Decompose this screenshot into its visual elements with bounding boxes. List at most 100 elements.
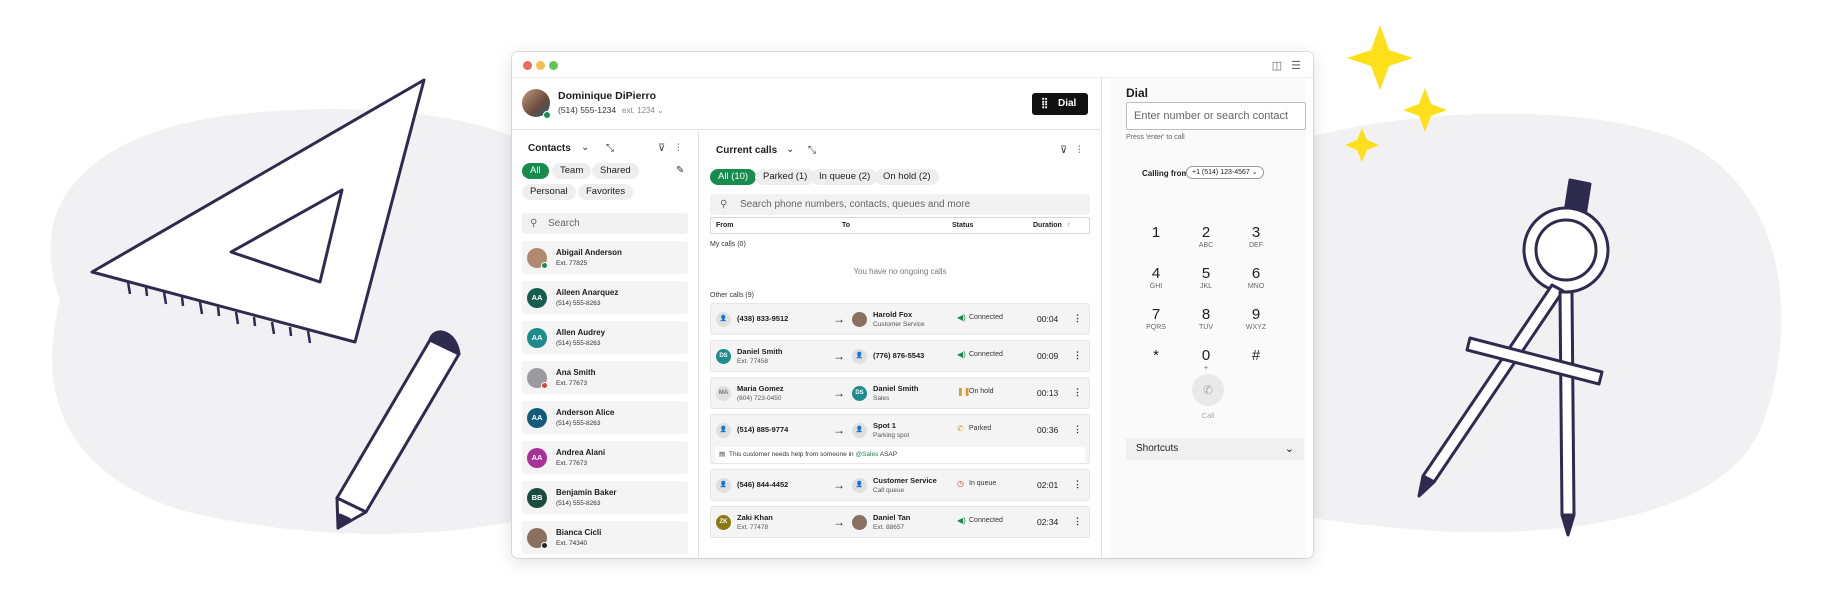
contact-name: Bianca Cicli: [556, 528, 602, 537]
keypad-key[interactable]: 6 MNO: [1233, 265, 1279, 292]
keypad-key[interactable]: #: [1233, 347, 1279, 364]
contact-item[interactable]: Ana Smith Ext. 77673: [522, 361, 688, 394]
edit-icon[interactable]: ✎: [676, 165, 684, 177]
contacts-filter-shared[interactable]: Shared: [592, 163, 639, 179]
contact-name: Abigail Anderson: [556, 248, 622, 257]
call-row[interactable]: 👤 (546) 844-4452 → 👤 Customer Service Call qu…: [710, 469, 1090, 501]
keypad-digit: 2: [1201, 224, 1211, 241]
keypad-key[interactable]: 7 PQRS: [1133, 306, 1179, 333]
keypad-digit: 9: [1251, 306, 1261, 323]
contact-item[interactable]: AA Anderson Alice (514) 555-8263: [522, 401, 688, 434]
minimize-window-button[interactable]: [536, 61, 545, 70]
contact-item[interactable]: Bianca Cicli Ext. 74340: [522, 521, 688, 554]
callee-name: Customer Service: [873, 476, 937, 485]
call-row[interactable]: DS Daniel Smith Ext. 77458 → 👤 (776) 876-5543…: [710, 340, 1090, 372]
call-row[interactable]: ZK Zaki Khan Ext. 77478 → Daniel Tan Ext. 886…: [710, 506, 1090, 538]
call-status: On hold: [969, 388, 994, 395]
maximize-window-button[interactable]: [549, 61, 558, 70]
close-window-button[interactable]: [523, 61, 532, 70]
sort-icon[interactable]: ↑: [1067, 222, 1071, 229]
calls-search-input[interactable]: ⚲ Search phone numbers, contacts, queues…: [710, 194, 1090, 215]
keypad-key[interactable]: 8 TUV: [1183, 306, 1229, 333]
contact-item[interactable]: Abigail Anderson Ext. 77825: [522, 241, 688, 274]
chevron-down-icon[interactable]: ⌄: [581, 142, 589, 154]
keypad-key[interactable]: 9 WXYZ: [1233, 306, 1279, 333]
keypad-key[interactable]: 0 +: [1183, 347, 1229, 374]
arrow-right-icon: →: [833, 515, 845, 529]
keypad-key[interactable]: 4 GHI: [1133, 265, 1179, 292]
app-window: ◫ ☰ Dominique DiPierro (514) 555-1234 ex…: [512, 52, 1313, 558]
search-icon: ⚲: [720, 199, 728, 210]
contact-detail: Ext. 77825: [556, 260, 588, 267]
contact-item[interactable]: AA Allen Audrey (514) 555-8263: [522, 321, 688, 354]
sidebar-icon[interactable]: ◫: [1270, 59, 1284, 73]
keypad-key[interactable]: 5 JKL: [1183, 265, 1229, 292]
expand-icon[interactable]: ⤡: [606, 143, 614, 155]
more-options-icon[interactable]: ⋮: [1073, 350, 1082, 361]
calls-filter-on-hold[interactable]: On hold (2): [875, 169, 939, 185]
expand-icon[interactable]: ⤡: [808, 145, 816, 157]
call-duration: 00:13: [1037, 388, 1059, 398]
column-from[interactable]: From: [716, 222, 734, 229]
chevron-down-icon[interactable]: ⌄: [786, 144, 794, 156]
callee-detail: Parking spot: [873, 432, 910, 439]
contact-item[interactable]: AA Andrea Alani Ext. 77673: [522, 441, 688, 474]
filter-icon[interactable]: ⊽: [1060, 145, 1067, 157]
more-options-icon[interactable]: ⋮: [1073, 479, 1082, 490]
calls-filter-parked[interactable]: Parked (1): [755, 169, 816, 185]
contacts-filter-all[interactable]: All: [522, 163, 549, 179]
dial-input[interactable]: Enter number or search contact: [1126, 102, 1306, 130]
calling-from-label: Calling from: [1142, 169, 1189, 178]
contacts-filter-personal[interactable]: Personal: [522, 184, 576, 200]
contact-item[interactable]: AA Aileen Anarquez (514) 555-8263: [522, 281, 688, 314]
contacts-filter-favorites[interactable]: Favorites: [578, 184, 634, 200]
dial-button[interactable]: ⣿ Dial: [1032, 93, 1088, 115]
calls-filter-all[interactable]: All (10): [710, 169, 757, 185]
caller-avatar: 👤: [716, 312, 731, 327]
calls-title[interactable]: Current calls: [716, 145, 777, 156]
calling-from-select[interactable]: +1 (514) 123-4567 ⌄: [1186, 166, 1264, 179]
shortcuts-accordion[interactable]: Shortcuts ⌄: [1126, 438, 1304, 460]
calls-table-header: From To Status Duration ↑: [710, 217, 1090, 234]
column-to[interactable]: To: [842, 222, 850, 229]
sliders-icon[interactable]: ⫶: [1078, 145, 1081, 157]
more-options-icon[interactable]: ⋮: [1073, 313, 1082, 324]
contact-item[interactable]: BB Benjamin Baker (514) 555-8263: [522, 481, 688, 514]
call-button[interactable]: ✆: [1192, 374, 1224, 406]
more-options-icon[interactable]: ⋮: [1073, 387, 1082, 398]
keypad-key[interactable]: 1: [1133, 224, 1179, 241]
chevron-down-icon: ⌄: [1251, 169, 1258, 176]
call-row[interactable]: 👤 (514) 885-9774 → 👤 Spot 1 Parking spot ✆ Park…: [710, 414, 1090, 464]
caller-name: Zaki Khan: [737, 513, 773, 522]
keypad-key[interactable]: 2 ABC: [1183, 224, 1229, 251]
keypad-key[interactable]: 3 DEF: [1233, 224, 1279, 251]
call-duration: 00:36: [1037, 425, 1059, 435]
keypad-digit: 6: [1251, 265, 1261, 282]
call-row[interactable]: MA Maria Gomez (604) 723-0450 → DS Daniel Smi…: [710, 377, 1090, 409]
filter-icon[interactable]: ⊽: [658, 143, 665, 155]
column-status[interactable]: Status: [952, 222, 973, 229]
column-duration[interactable]: Duration: [1033, 222, 1062, 229]
keypad-key[interactable]: *: [1133, 347, 1179, 364]
callee-detail: Ext. 88657: [873, 524, 905, 531]
contacts-title[interactable]: Contacts: [528, 143, 571, 154]
status-icon: ◷: [957, 479, 964, 488]
settings-icon[interactable]: ☰: [1289, 59, 1303, 73]
call-row[interactable]: 👤 (438) 833-9512 → Harold Fox Customer Servi…: [710, 303, 1090, 335]
other-calls-label: Other calls (9): [710, 292, 754, 299]
arrow-right-icon: →: [833, 423, 845, 437]
contacts-search-input[interactable]: ⚲ Search: [522, 213, 688, 234]
contact-detail: (514) 555-8263: [556, 420, 601, 427]
avatar: AA: [527, 288, 547, 308]
calls-search-placeholder: Search phone numbers, contacts, queues a…: [740, 199, 971, 210]
contact-detail: Ext. 74340: [556, 540, 588, 547]
contacts-filter-team[interactable]: Team: [552, 163, 592, 179]
calls-filter-in-queue[interactable]: In queue (2): [811, 169, 879, 185]
call-note-text: This customer needs help from someone in: [729, 451, 856, 458]
call-note-mention[interactable]: @Sales: [855, 451, 878, 458]
agent-ext[interactable]: ext. 1234 ⌄: [622, 106, 664, 115]
more-options-icon[interactable]: ⋮: [1073, 424, 1082, 435]
more-options-icon[interactable]: ⋮: [1073, 516, 1082, 527]
sliders-icon[interactable]: ⫶: [677, 143, 680, 155]
call-note-suffix: ASAP: [878, 451, 898, 458]
